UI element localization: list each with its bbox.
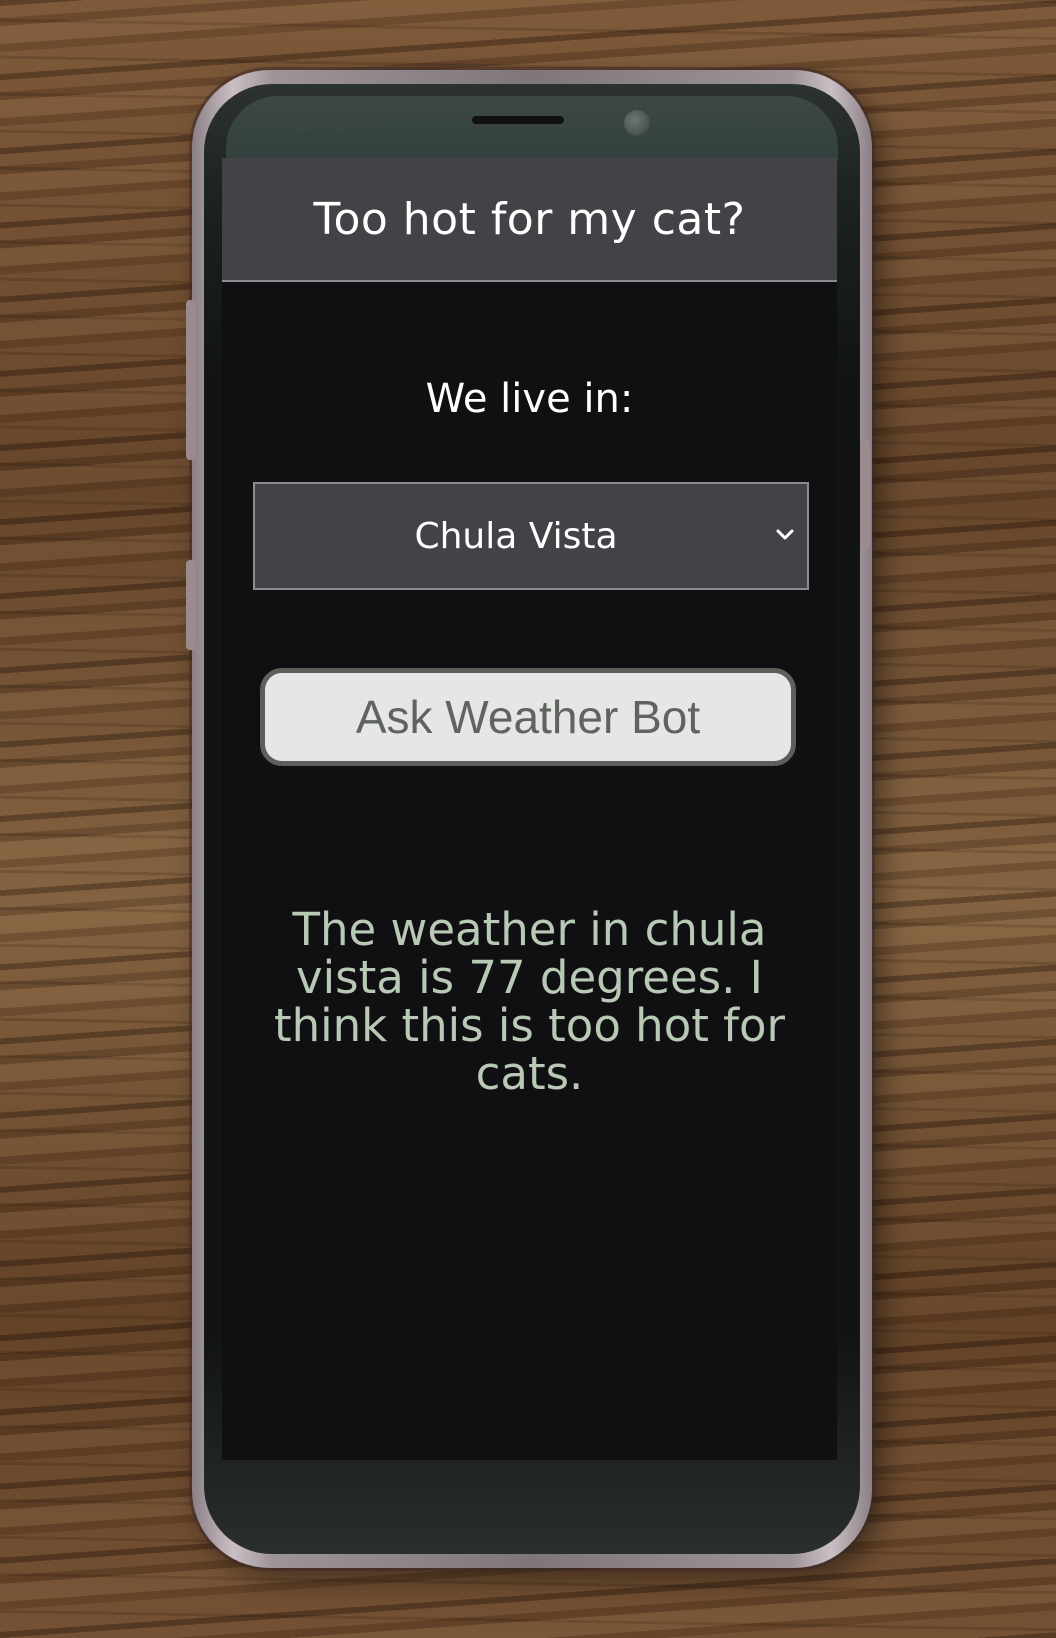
selected-city: Chula Vista (414, 515, 618, 557)
speaker-icon (472, 116, 564, 124)
location-label: We live in: (425, 376, 634, 422)
app-header: Too hot for my cat? (222, 158, 837, 282)
sensor-icon (332, 118, 346, 132)
weather-result-message: The weather in chula vista is 77 degrees… (273, 903, 786, 1100)
bixby-button (186, 560, 196, 650)
ask-weather-bot-button[interactable]: Ask Weather Bot (260, 668, 796, 766)
phone-top-bezel (226, 96, 838, 160)
city-select[interactable]: Chula Vista (253, 482, 809, 590)
chevron-down-icon (776, 529, 794, 540)
sensor-icon (296, 118, 310, 132)
power-button (860, 440, 870, 550)
app-title: Too hot for my cat? (313, 193, 746, 245)
app-screen: Too hot for my cat? We live in: Chula Vi… (222, 158, 837, 1460)
volume-button (186, 300, 196, 460)
camera-icon (624, 110, 650, 136)
